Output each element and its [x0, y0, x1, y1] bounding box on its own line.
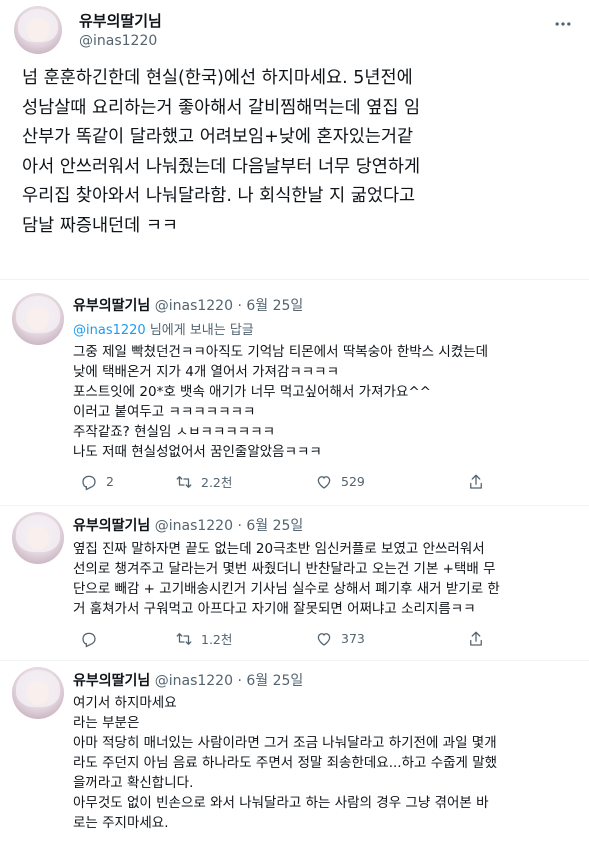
main-handle[interactable]: @inas1220 — [79, 33, 157, 49]
reply-to-mention[interactable]: @inas1220 — [73, 323, 146, 338]
like-count: 373 — [341, 631, 365, 646]
reply-1-date[interactable]: 6월 25일 — [246, 298, 303, 314]
reply-2-avatar[interactable] — [12, 512, 64, 564]
retweet-button[interactable]: 2.2천 — [175, 472, 315, 491]
reply-3-handle[interactable]: @inas1220 — [155, 673, 233, 689]
like-button[interactable]: 373 — [315, 630, 467, 648]
share-button[interactable] — [467, 630, 485, 648]
reply-3-date[interactable]: 6월 25일 — [246, 673, 303, 689]
more-horizontal-icon[interactable] — [553, 14, 573, 34]
divider — [0, 279, 589, 280]
reply-1-handle[interactable]: @inas1220 — [155, 298, 233, 314]
reply-icon — [82, 475, 96, 491]
heart-icon — [317, 632, 331, 646]
main-display-name[interactable]: 유부의딸기님 — [79, 10, 162, 31]
retweet-count: 1.2천 — [201, 632, 233, 647]
reply-1-actions: 2 2.2천 529 — [80, 472, 485, 491]
reply-to-suffix: 님에게 보내는 답글 — [145, 323, 254, 338]
reply-1-display-name[interactable]: 유부의딸기님 — [73, 298, 150, 314]
reply-1-header: 유부의딸기님 @inas1220 · 6월 25일 — [73, 295, 303, 315]
reply-button[interactable]: 2 — [80, 473, 175, 491]
retweet-count: 2.2천 — [201, 475, 233, 490]
reply-3-separator: · — [237, 673, 242, 689]
reply-2-display-name[interactable]: 유부의딸기님 — [73, 518, 150, 534]
heart-icon — [317, 475, 331, 489]
reply-3-text: 여기서 하지마세요 라는 부분은 아마 적당히 매너있는 사람이라면 그거 조금… — [73, 695, 498, 831]
reply-button[interactable] — [80, 630, 175, 648]
reply-1-text: 그중 제일 빡쳤던건ㅋㅋ아직도 기억남 티몬에서 딱복숭아 한박스 시켰는데 낮… — [73, 344, 489, 460]
retweet-icon — [176, 632, 192, 645]
share-icon — [470, 631, 482, 646]
divider — [0, 505, 589, 506]
like-count: 529 — [341, 474, 365, 489]
reply-2-actions: 1.2천 373 — [80, 629, 485, 648]
reply-2-date[interactable]: 6월 25일 — [246, 518, 303, 534]
reply-3-display-name[interactable]: 유부의딸기님 — [73, 673, 150, 689]
main-avatar[interactable] — [14, 6, 62, 54]
reply-to-line: @inas1220 님에게 보내는 답글 — [73, 319, 254, 338]
reply-3-header: 유부의딸기님 @inas1220 · 6월 25일 — [73, 670, 303, 690]
divider — [0, 660, 589, 661]
main-tweet-text: 넘 훈훈하긴한데 현실(한국)에선 하지마세요. 5년전에 성남살때 요리하는거… — [22, 68, 421, 236]
reply-1-separator: · — [237, 298, 242, 314]
reply-2-separator: · — [237, 518, 242, 534]
share-icon — [470, 474, 482, 489]
retweet-button[interactable]: 1.2천 — [175, 629, 315, 648]
reply-1-avatar[interactable] — [12, 293, 64, 345]
reply-count: 2 — [106, 474, 114, 489]
reply-2-text: 옆집 진짜 말하자면 끝도 없는데 20극초반 임신커플로 보였고 안쓰러워서 … — [73, 541, 500, 617]
reply-2-header: 유부의딸기님 @inas1220 · 6월 25일 — [73, 515, 303, 535]
reply-icon — [82, 632, 96, 648]
reply-2-handle[interactable]: @inas1220 — [155, 518, 233, 534]
like-button[interactable]: 529 — [315, 473, 467, 491]
share-button[interactable] — [467, 473, 485, 491]
retweet-icon — [176, 475, 192, 488]
reply-3-avatar[interactable] — [12, 667, 64, 719]
